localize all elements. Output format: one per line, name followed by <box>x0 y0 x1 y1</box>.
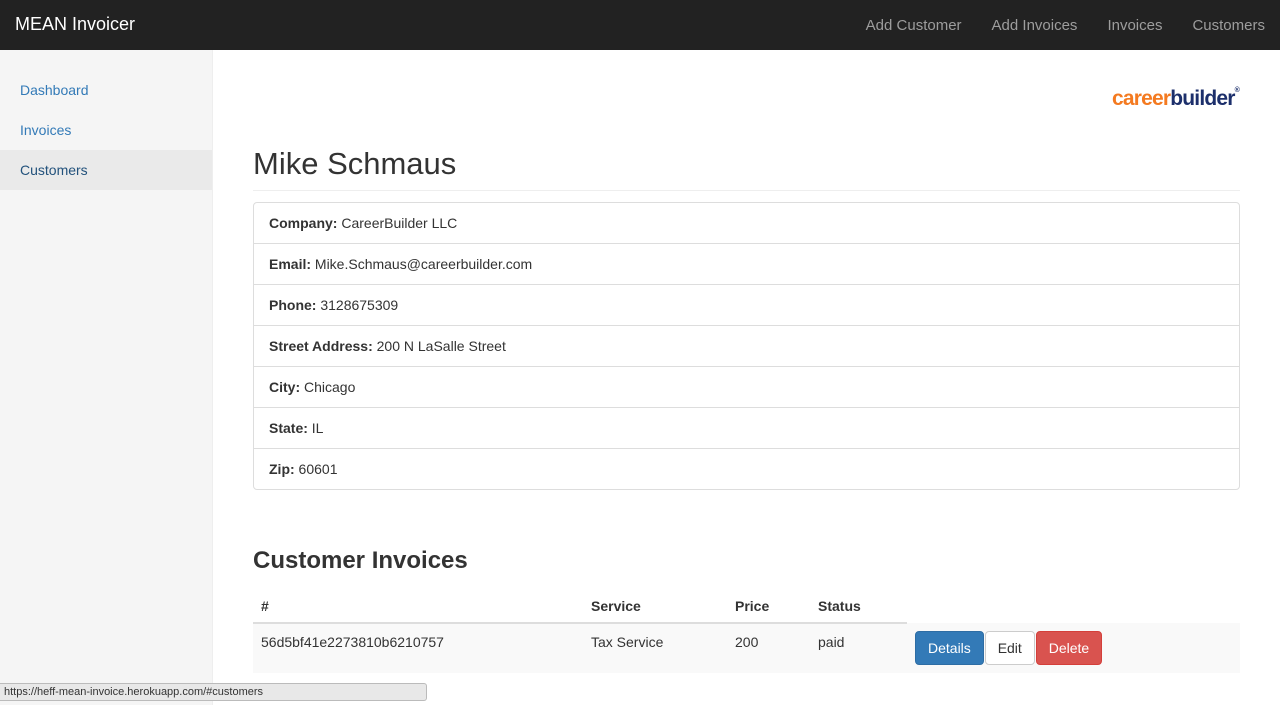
invoice-id-cell: 56d5bf41e2273810b6210757 <box>253 623 583 673</box>
invoices-section-title: Customer Invoices <box>253 547 468 574</box>
detail-email: Email: Mike.Schmaus@careerbuilder.com <box>254 243 1239 284</box>
detail-street-address: Street Address: 200 N LaSalle Street <box>254 325 1239 366</box>
sidebar-item-invoices[interactable]: Invoices <box>0 110 212 150</box>
detail-phone: Phone: 3128675309 <box>254 284 1239 325</box>
invoices-table: # Service Price Status 56d5bf41e2273810b… <box>253 590 1240 673</box>
nav-links: Add Customer Add Invoices Invoices Custo… <box>851 0 1280 50</box>
company-logo: careerbuilder® <box>1111 87 1240 110</box>
nav-add-invoices[interactable]: Add Invoices <box>977 0 1093 50</box>
table-header-row: # Service Price Status <box>253 590 1240 624</box>
browser-status-bar: https://heff-mean-invoice.herokuapp.com/… <box>0 683 427 701</box>
delete-button[interactable]: Delete <box>1035 631 1103 665</box>
nav-customers[interactable]: Customers <box>1177 0 1280 50</box>
top-navbar: MEAN Invoicer Add Customer Add Invoices … <box>0 0 1280 50</box>
column-header-number: # <box>253 590 583 624</box>
invoice-service-cell: Tax Service <box>583 623 727 673</box>
invoice-actions-cell: Details Edit Delete <box>907 623 1240 673</box>
column-header-price: Price <box>727 590 810 624</box>
detail-company: Company: CareerBuilder LLC <box>269 215 458 231</box>
customer-details-list: Company: CareerBuilder LLC Email: Mike.S… <box>253 202 1240 490</box>
details-button[interactable]: Details <box>915 631 984 665</box>
invoice-status-cell: paid <box>810 623 907 673</box>
detail-state: State: IL <box>254 407 1239 448</box>
sidebar-item-dashboard[interactable]: Dashboard <box>0 70 212 110</box>
title-divider <box>253 190 1240 191</box>
brand-link[interactable]: MEAN Invoicer <box>15 14 135 35</box>
column-header-service: Service <box>583 590 727 624</box>
column-header-status: Status <box>810 590 907 624</box>
main-content: careerbuilder® Mike Schmaus Company: Car… <box>213 50 1280 705</box>
column-header-actions <box>907 590 1240 623</box>
page-title: Mike Schmaus <box>253 146 457 181</box>
sidebar: Dashboard Invoices Customers <box>0 50 213 705</box>
invoice-price-cell: 200 <box>727 623 810 673</box>
detail-zip: Zip: 60601 <box>254 448 1239 489</box>
table-row: 56d5bf41e2273810b6210757 Tax Service 200… <box>253 623 1240 673</box>
detail-city: City: Chicago <box>254 366 1239 407</box>
edit-button[interactable]: Edit <box>984 631 1035 665</box>
nav-add-customer[interactable]: Add Customer <box>851 0 977 50</box>
sidebar-item-customers[interactable]: Customers <box>0 150 212 190</box>
nav-invoices[interactable]: Invoices <box>1092 0 1177 50</box>
